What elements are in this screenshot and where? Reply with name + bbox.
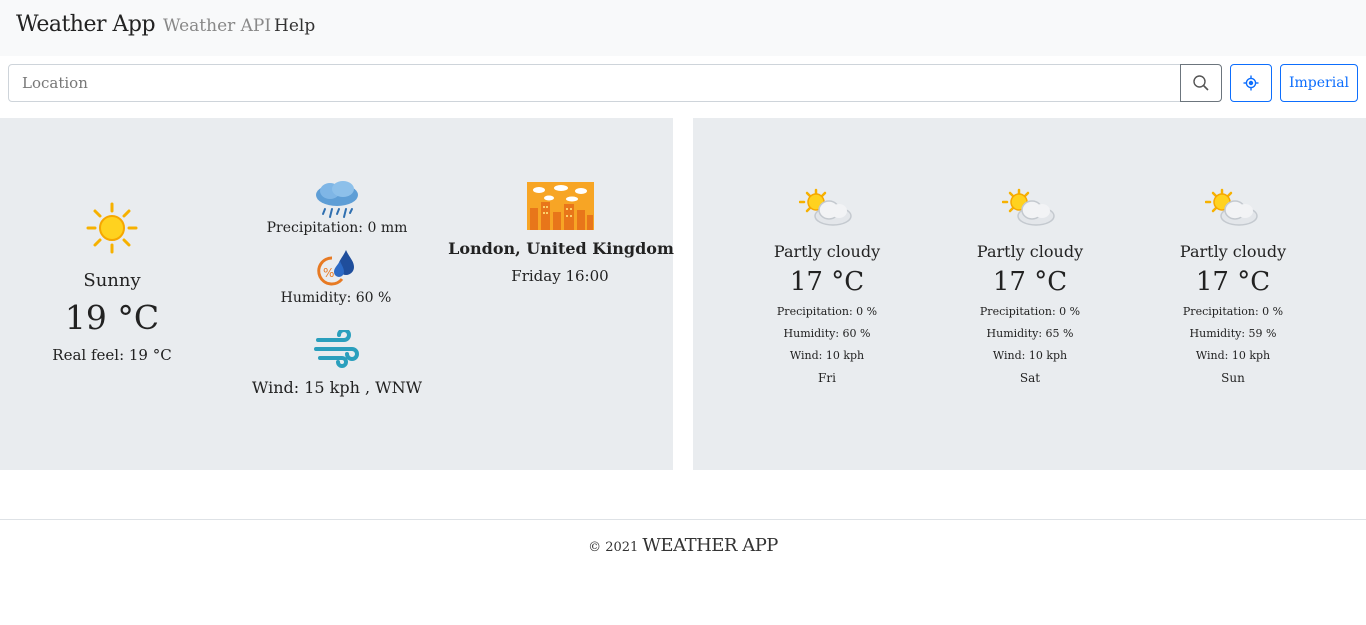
- humidity-icon: %: [317, 250, 354, 286]
- current-precipitation: Precipitation: 0 mm: [266, 220, 408, 236]
- rain-cloud-icon: [316, 181, 358, 218]
- search-button[interactable]: [1180, 64, 1222, 102]
- svg-text:%: %: [323, 266, 334, 280]
- navbar: Weather App Weather API Help: [0, 0, 1366, 56]
- crosshair-icon: [1243, 75, 1259, 91]
- use-location-button[interactable]: [1230, 64, 1272, 102]
- forecast-wind: Wind: 10 kph: [789, 349, 865, 362]
- forecast-precipitation: Precipitation: 0 %: [1182, 305, 1284, 318]
- location-name: London, United Kingdom: [448, 239, 674, 258]
- partly-cloudy-icon: [1002, 188, 1055, 226]
- imperial-toggle-button[interactable]: Imperial: [1280, 64, 1358, 102]
- forecast-temperature: 17 °C: [992, 267, 1068, 297]
- forecast-temperature: 17 °C: [1195, 267, 1271, 297]
- forecast-condition: Partly cloudy: [773, 242, 881, 261]
- forecast-wind: Wind: 10 kph: [992, 349, 1068, 362]
- forecast-temperature: 17 °C: [789, 267, 865, 297]
- footer: © 2021 WEATHER APP: [0, 535, 1366, 556]
- forecast-humidity: Humidity: 59 %: [1189, 327, 1277, 340]
- forecast-day: Sun: [1221, 371, 1245, 385]
- current-wind: Wind: 15 kph , WNW: [251, 378, 423, 397]
- current-weather-panel: Sunny 19 °C Real feel: 19 °C Precipitati…: [0, 118, 674, 470]
- search-bar: Imperial: [8, 64, 1358, 102]
- footer-copyright: © 2021: [588, 540, 639, 555]
- forecast-day: Sat: [1019, 371, 1041, 385]
- search-icon: [1193, 75, 1209, 91]
- city-icon: [527, 182, 594, 230]
- forecast-panel: Partly cloudy 17 °C Precipitation: 0 % H…: [693, 118, 1366, 470]
- partly-cloudy-icon: [1205, 188, 1258, 226]
- forecast-condition: Partly cloudy: [1179, 242, 1287, 261]
- brand-link[interactable]: Weather App: [16, 12, 156, 37]
- sun-icon: [86, 202, 138, 254]
- forecast-wind: Wind: 10 kph: [1195, 349, 1271, 362]
- wind-icon: [314, 330, 359, 368]
- forecast-precipitation: Precipitation: 0 %: [979, 305, 1081, 318]
- current-temperature: 19 °C: [64, 298, 160, 337]
- footer-divider: [0, 519, 1366, 520]
- current-humidity: Humidity: 60 %: [280, 290, 392, 306]
- nav-link-weather-api[interactable]: Weather API: [163, 16, 271, 36]
- forecast-precipitation: Precipitation: 0 %: [776, 305, 878, 318]
- forecast-day: Fri: [818, 371, 836, 385]
- forecast-humidity: Humidity: 65 %: [986, 327, 1074, 340]
- location-search-input[interactable]: [8, 64, 1181, 102]
- location-datetime: Friday 16:00: [511, 267, 609, 285]
- footer-app-name: WEATHER APP: [642, 535, 778, 556]
- nav-link-help[interactable]: Help: [274, 16, 315, 36]
- current-real-feel: Real feel: 19 °C: [52, 346, 172, 364]
- forecast-condition: Partly cloudy: [976, 242, 1084, 261]
- current-condition: Sunny: [83, 270, 141, 291]
- partly-cloudy-icon: [799, 188, 852, 226]
- forecast-humidity: Humidity: 60 %: [783, 327, 871, 340]
